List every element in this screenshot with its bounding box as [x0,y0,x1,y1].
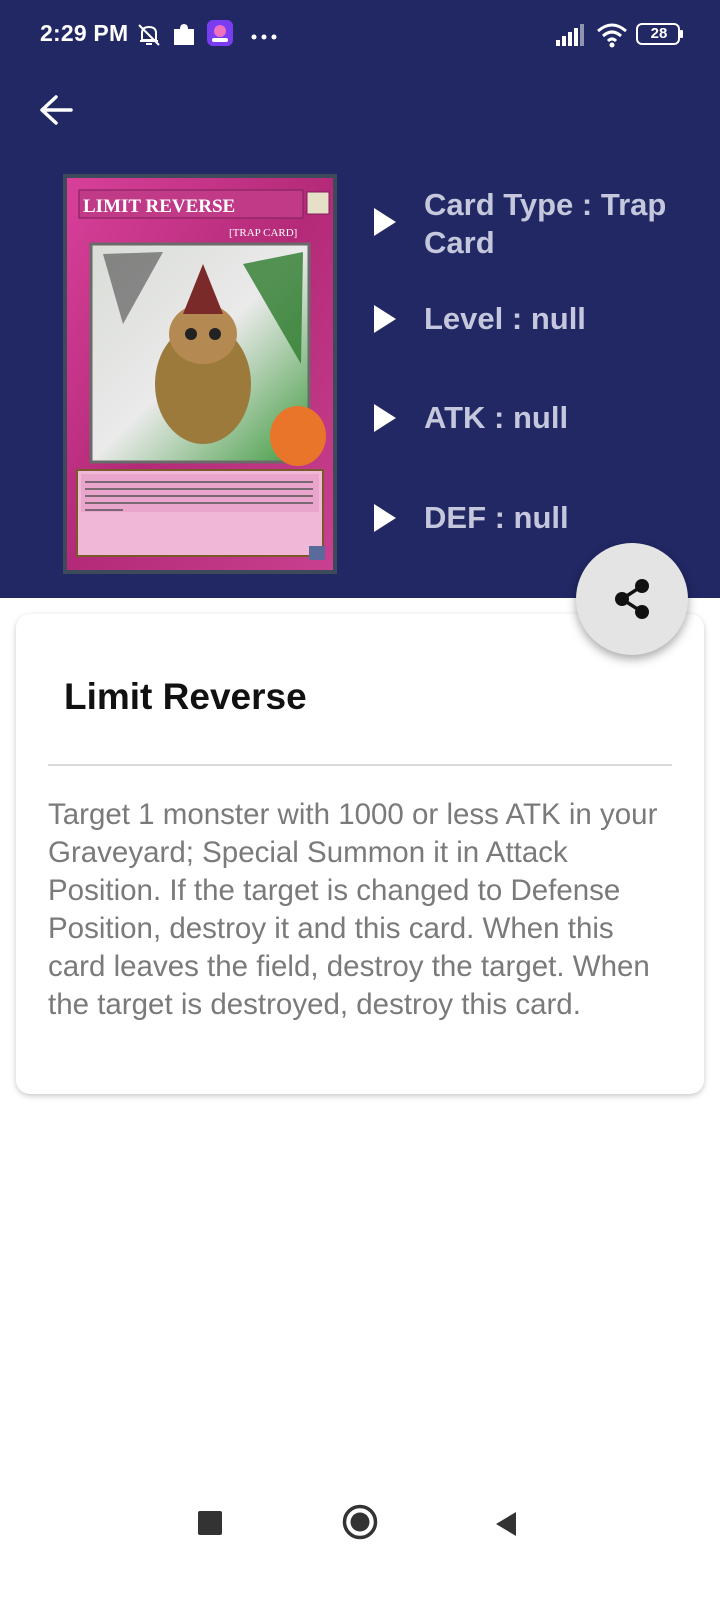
signal-icon [556,24,584,51]
recents-square-icon[interactable] [198,1511,222,1535]
wifi-icon [596,22,628,53]
play-arrow-icon [374,404,396,432]
back-button[interactable] [30,84,82,136]
mute-bell-icon [136,22,162,53]
def-label: DEF : null [424,500,569,535]
card-image-name: LIMIT REVERSE [83,196,235,217]
home-circle-icon[interactable] [342,1504,378,1545]
atk-label: ATK : null [424,400,569,435]
battery-level: 28 [650,25,668,42]
share-icon [615,579,649,619]
more-dots-icon [250,28,278,46]
status-bar: 2:29 PM 28 [0,0,720,72]
back-triangle-icon[interactable] [494,1510,518,1543]
card-description: Target 1 monster with 1000 or less ATK i… [48,798,658,1021]
card-title: Limit Reverse [64,676,307,717]
share-button[interactable] [576,543,688,655]
puzzle-icon [172,21,196,52]
header: 2:29 PM 28 LIMIT REVERSE [TRAP CARD] Car… [0,0,720,598]
app-notification-icon [207,20,233,51]
back-arrow-icon [40,95,73,125]
card-type-label: Card Type : Trap Card [424,187,667,260]
play-arrow-icon [374,504,396,532]
card-image[interactable]: LIMIT REVERSE [TRAP CARD] [63,174,337,574]
system-nav-bar [0,1500,720,1600]
play-arrow-icon [374,305,396,333]
play-arrow-icon [374,208,396,236]
card-detail-panel: Limit Reverse Target 1 monster with 1000… [16,614,704,1094]
divider [48,764,672,766]
status-time: 2:29 PM [40,20,129,46]
level-label: Level : null [424,301,586,336]
card-image-type: [TRAP CARD] [229,227,297,239]
